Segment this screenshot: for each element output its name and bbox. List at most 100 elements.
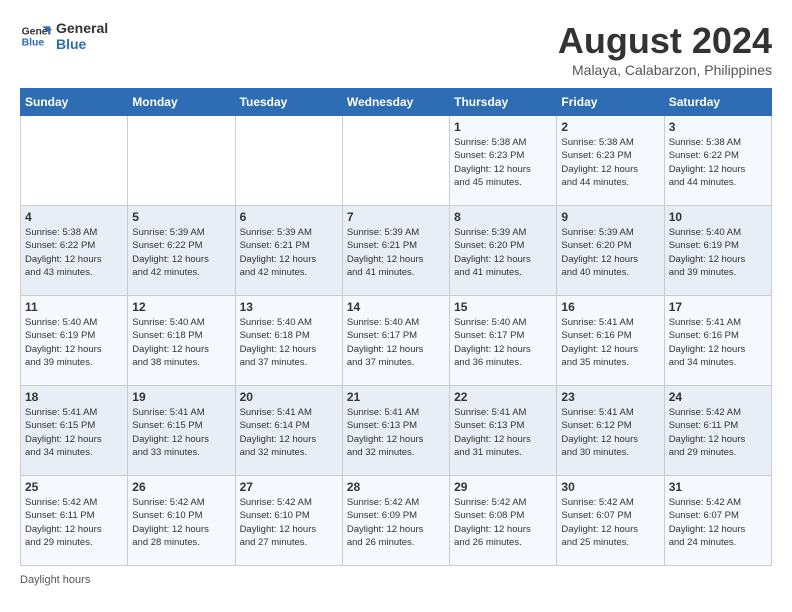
calendar-cell: 15 Sunrise: 5:40 AM Sunset: 6:17 PM Dayli…	[450, 296, 557, 386]
calendar-body: 1 Sunrise: 5:38 AM Sunset: 6:23 PM Daylig…	[21, 116, 772, 566]
logo-line2: Blue	[56, 36, 108, 52]
calendar-cell: 2Sunrise: 5:38 AM Sunset: 6:23 PM Daylig…	[557, 116, 664, 206]
calendar-cell: 29 Sunrise: 5:42 AM Sunset: 6:08 PM Dayli…	[450, 476, 557, 566]
day-number: 24	[669, 390, 767, 404]
day-number: 7	[347, 210, 445, 224]
day-number: 23	[561, 390, 659, 404]
day-number: 17	[669, 300, 767, 314]
calendar-cell	[21, 116, 128, 206]
calendar-cell: 16 Sunrise: 5:41 AM Sunset: 6:16 PM Dayli…	[557, 296, 664, 386]
calendar-week-5: 25 Sunrise: 5:42 AM Sunset: 6:11 PM Dayli…	[21, 476, 772, 566]
day-number: 9	[561, 210, 659, 224]
day-info: Sunrise: 5:41 AM Sunset: 6:16 PM Dayligh…	[669, 316, 767, 369]
day-info: Sunrise: 5:42 AM Sunset: 6:10 PM Dayligh…	[240, 496, 338, 549]
calendar-cell	[342, 116, 449, 206]
calendar-cell: 17 Sunrise: 5:41 AM Sunset: 6:16 PM Dayli…	[664, 296, 771, 386]
calendar-cell: 30 Sunrise: 5:42 AM Sunset: 6:07 PM Dayli…	[557, 476, 664, 566]
calendar-cell: 9 Sunrise: 5:39 AM Sunset: 6:20 PM Daylig…	[557, 206, 664, 296]
day-info: Sunrise: 5:42 AM Sunset: 6:07 PM Dayligh…	[669, 496, 767, 549]
day-info: Sunrise: 5:41 AM Sunset: 6:16 PM Dayligh…	[561, 316, 659, 369]
day-info: Sunrise: 5:40 AM Sunset: 6:17 PM Dayligh…	[347, 316, 445, 369]
calendar-cell: 23Sunrise: 5:41 AM Sunset: 6:12 PM Dayli…	[557, 386, 664, 476]
day-number: 5	[132, 210, 230, 224]
day-info: Sunrise: 5:40 AM Sunset: 6:17 PM Dayligh…	[454, 316, 552, 369]
month-title: August 2024	[558, 20, 772, 62]
logo-icon: General Blue	[20, 20, 52, 52]
calendar-week-4: 18 Sunrise: 5:41 AM Sunset: 6:15 PM Dayli…	[21, 386, 772, 476]
calendar-cell: 19 Sunrise: 5:41 AM Sunset: 6:15 PM Dayli…	[128, 386, 235, 476]
day-number: 19	[132, 390, 230, 404]
day-info: Sunrise: 5:39 AM Sunset: 6:21 PM Dayligh…	[347, 226, 445, 279]
location-subtitle: Malaya, Calabarzon, Philippines	[558, 62, 772, 78]
day-info: Sunrise: 5:41 AM Sunset: 6:15 PM Dayligh…	[25, 406, 123, 459]
day-number: 11	[25, 300, 123, 314]
logo: General Blue General Blue	[20, 20, 108, 52]
calendar-cell: 1 Sunrise: 5:38 AM Sunset: 6:23 PM Daylig…	[450, 116, 557, 206]
day-number: 15	[454, 300, 552, 314]
day-info: Sunrise: 5:39 AM Sunset: 6:22 PM Dayligh…	[132, 226, 230, 279]
day-info: Sunrise: 5:39 AM Sunset: 6:21 PM Dayligh…	[240, 226, 338, 279]
day-number: 1	[454, 120, 552, 134]
day-info: Sunrise: 5:38 AM Sunset: 6:22 PM Dayligh…	[25, 226, 123, 279]
calendar-week-1: 1 Sunrise: 5:38 AM Sunset: 6:23 PM Daylig…	[21, 116, 772, 206]
calendar-cell: 20Sunrise: 5:41 AM Sunset: 6:14 PM Dayli…	[235, 386, 342, 476]
day-info: Sunrise: 5:40 AM Sunset: 6:19 PM Dayligh…	[25, 316, 123, 369]
weekday-header-tuesday: Tuesday	[235, 89, 342, 116]
day-number: 29	[454, 480, 552, 494]
calendar-cell: 8Sunrise: 5:39 AM Sunset: 6:20 PM Daylig…	[450, 206, 557, 296]
calendar-cell: 10Sunrise: 5:40 AM Sunset: 6:19 PM Dayli…	[664, 206, 771, 296]
calendar-cell: 25 Sunrise: 5:42 AM Sunset: 6:11 PM Dayli…	[21, 476, 128, 566]
footer: Daylight hours	[20, 574, 772, 586]
day-number: 18	[25, 390, 123, 404]
page-header: General Blue General Blue August 2024 Ma…	[20, 20, 772, 78]
calendar-cell: 31 Sunrise: 5:42 AM Sunset: 6:07 PM Dayli…	[664, 476, 771, 566]
day-info: Sunrise: 5:42 AM Sunset: 6:09 PM Dayligh…	[347, 496, 445, 549]
day-number: 28	[347, 480, 445, 494]
calendar-cell: 11 Sunrise: 5:40 AM Sunset: 6:19 PM Dayli…	[21, 296, 128, 386]
calendar-cell: 28 Sunrise: 5:42 AM Sunset: 6:09 PM Dayli…	[342, 476, 449, 566]
weekday-header-sunday: Sunday	[21, 89, 128, 116]
day-info: Sunrise: 5:42 AM Sunset: 6:08 PM Dayligh…	[454, 496, 552, 549]
day-info: Sunrise: 5:38 AM Sunset: 6:23 PM Dayligh…	[454, 136, 552, 189]
day-info: Sunrise: 5:40 AM Sunset: 6:18 PM Dayligh…	[240, 316, 338, 369]
day-info: Sunrise: 5:42 AM Sunset: 6:10 PM Dayligh…	[132, 496, 230, 549]
svg-text:Blue: Blue	[22, 38, 45, 49]
calendar-cell: 3Sunrise: 5:38 AM Sunset: 6:22 PM Daylig…	[664, 116, 771, 206]
day-info: Sunrise: 5:41 AM Sunset: 6:15 PM Dayligh…	[132, 406, 230, 459]
day-number: 25	[25, 480, 123, 494]
day-info: Sunrise: 5:39 AM Sunset: 6:20 PM Dayligh…	[561, 226, 659, 279]
calendar-cell: 26 Sunrise: 5:42 AM Sunset: 6:10 PM Dayli…	[128, 476, 235, 566]
day-info: Sunrise: 5:42 AM Sunset: 6:11 PM Dayligh…	[25, 496, 123, 549]
day-number: 12	[132, 300, 230, 314]
calendar-header: SundayMondayTuesdayWednesdayThursdayFrid…	[21, 89, 772, 116]
weekday-header-thursday: Thursday	[450, 89, 557, 116]
day-number: 31	[669, 480, 767, 494]
calendar-table: SundayMondayTuesdayWednesdayThursdayFrid…	[20, 88, 772, 566]
weekday-header-row: SundayMondayTuesdayWednesdayThursdayFrid…	[21, 89, 772, 116]
day-number: 26	[132, 480, 230, 494]
day-number: 8	[454, 210, 552, 224]
daylight-label: Daylight hours	[20, 574, 90, 586]
day-number: 4	[25, 210, 123, 224]
calendar-cell: 4 Sunrise: 5:38 AM Sunset: 6:22 PM Daylig…	[21, 206, 128, 296]
day-number: 13	[240, 300, 338, 314]
title-block: August 2024 Malaya, Calabarzon, Philippi…	[558, 20, 772, 78]
day-number: 27	[240, 480, 338, 494]
logo-line1: General	[56, 20, 108, 36]
calendar-cell: 22Sunrise: 5:41 AM Sunset: 6:13 PM Dayli…	[450, 386, 557, 476]
day-number: 10	[669, 210, 767, 224]
day-number: 30	[561, 480, 659, 494]
calendar-cell: 7 Sunrise: 5:39 AM Sunset: 6:21 PM Daylig…	[342, 206, 449, 296]
calendar-cell: 18 Sunrise: 5:41 AM Sunset: 6:15 PM Dayli…	[21, 386, 128, 476]
day-number: 22	[454, 390, 552, 404]
calendar-cell: 21Sunrise: 5:41 AM Sunset: 6:13 PM Dayli…	[342, 386, 449, 476]
day-info: Sunrise: 5:38 AM Sunset: 6:22 PM Dayligh…	[669, 136, 767, 189]
day-number: 16	[561, 300, 659, 314]
day-number: 21	[347, 390, 445, 404]
calendar-cell: 6 Sunrise: 5:39 AM Sunset: 6:21 PM Daylig…	[235, 206, 342, 296]
day-number: 14	[347, 300, 445, 314]
day-info: Sunrise: 5:42 AM Sunset: 6:07 PM Dayligh…	[561, 496, 659, 549]
day-number: 6	[240, 210, 338, 224]
calendar-week-3: 11 Sunrise: 5:40 AM Sunset: 6:19 PM Dayli…	[21, 296, 772, 386]
day-info: Sunrise: 5:38 AM Sunset: 6:23 PM Dayligh…	[561, 136, 659, 189]
